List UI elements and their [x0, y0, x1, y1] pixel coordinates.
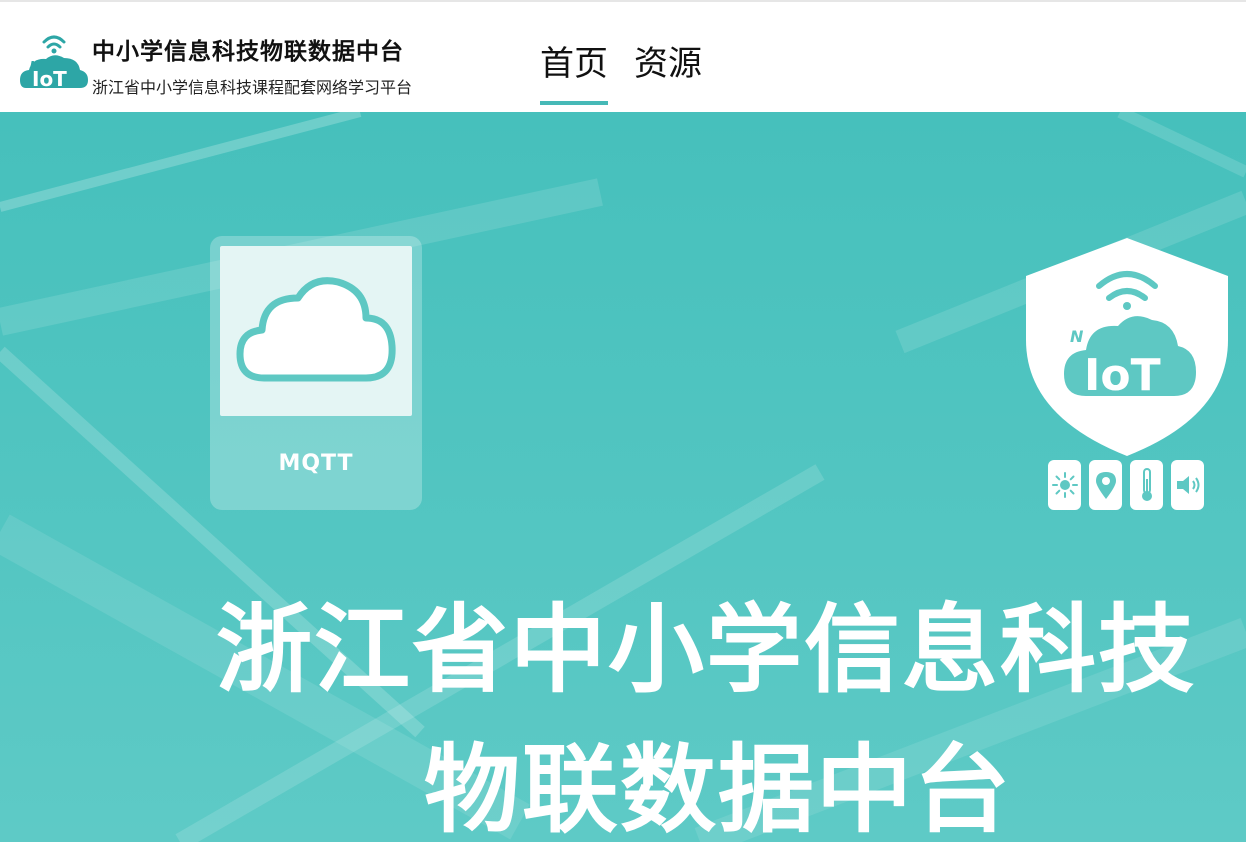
hero-title-line1: 浙江省中小学信息科技 [216, 594, 1196, 706]
cloud-icon [236, 277, 396, 382]
nav-item-resources[interactable]: 资源 [634, 36, 702, 105]
logo-text: IoT [32, 67, 67, 91]
iot-shield-badge-icon: N IoT [1026, 238, 1228, 456]
mqtt-card-label: MQTT [278, 451, 354, 476]
iot-logo-icon[interactable]: N IoT [18, 26, 90, 98]
sun-icon [1048, 460, 1081, 510]
hero-banner: MQTT N IoT 浙江省中小学信息科技 物联数据中台 [0, 112, 1246, 842]
brand-subtitle: 浙江省中小学信息科技课程配套网络学习平台 [92, 78, 413, 97]
nav-item-home[interactable]: 首页 [540, 36, 608, 105]
badge-superscript: N [1070, 327, 1084, 346]
thermometer-icon [1130, 460, 1163, 510]
location-pin-icon [1089, 460, 1122, 510]
brand-title[interactable]: 中小学信息科技物联数据中台 [92, 32, 404, 66]
speaker-icon [1171, 460, 1204, 510]
main-nav: 首页 资源 [540, 36, 728, 105]
hero-title-line2: 物联数据中台 [424, 734, 1012, 842]
top-header: N IoT 中小学信息科技物联数据中台 浙江省中小学信息科技课程配套网络学习平台… [0, 0, 1246, 112]
mqtt-card[interactable]: MQTT [210, 236, 422, 510]
mqtt-card-top [220, 246, 412, 416]
sensor-icons [1048, 460, 1212, 510]
badge-text: IoT [1084, 350, 1161, 401]
